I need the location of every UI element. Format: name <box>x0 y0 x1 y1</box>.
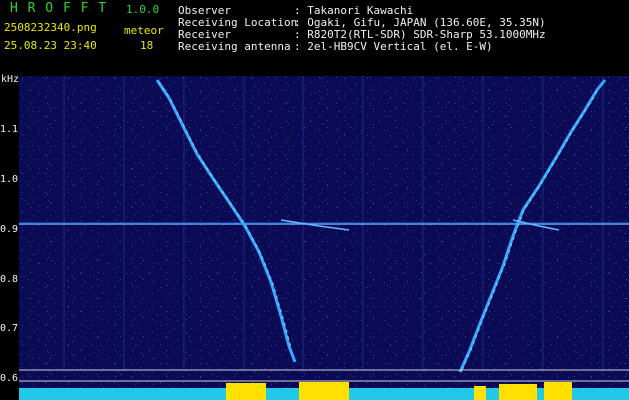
freq-tick: 0.6 <box>0 373 19 384</box>
freq-unit-label: kHz <box>1 74 20 85</box>
header: H R O F F T 1.0.0 2508232340.png 25.08.2… <box>0 0 629 58</box>
freq-tick: 0.9 <box>0 224 19 235</box>
freq-tick: 0.7 <box>0 323 19 334</box>
antenna-value: : 2el-HB9CV Vertical (el. E-W) <box>294 40 493 53</box>
time-axis: kHz 2341 2342 2343 2344 2345 2346 2347 2… <box>0 58 629 91</box>
freq-tick: 1.0 <box>0 174 19 185</box>
antenna-label: Receiving antenna <box>178 40 291 53</box>
app-title: H R O F F T <box>10 1 108 16</box>
app-version: 1.0.0 <box>126 3 160 16</box>
freq-tick: 0.8 <box>0 274 19 285</box>
filename: 2508232340.png <box>4 21 97 34</box>
datetime: 25.08.23 23:40 <box>4 39 97 52</box>
meteor-label: meteor <box>124 24 164 37</box>
spectrogram-canvas <box>19 76 629 400</box>
spectrogram <box>19 76 629 400</box>
freq-tick: 1.1 <box>0 124 19 135</box>
meteor-count: 18 <box>140 39 154 52</box>
noise-layer-2 <box>19 76 629 400</box>
